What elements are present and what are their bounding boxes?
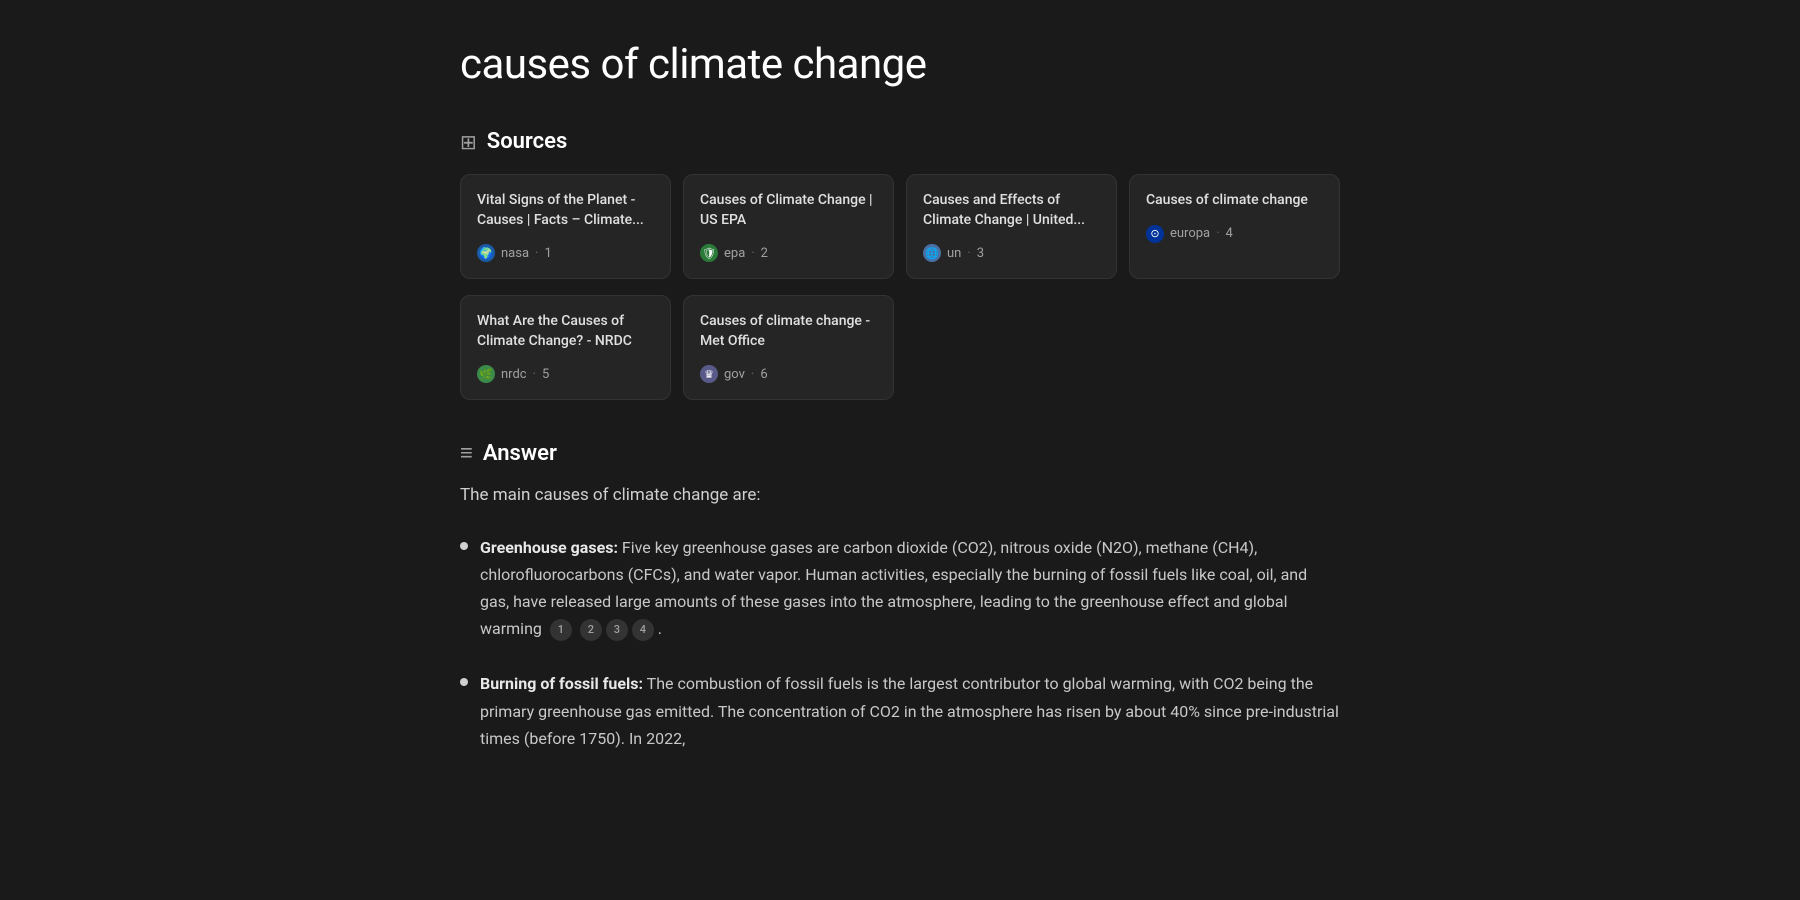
answer-list-item-1: Greenhouse gases: Five key greenhouse ga… xyxy=(460,534,1340,643)
favicon-europa: ⊙ xyxy=(1146,225,1164,243)
sources-section-title: Sources xyxy=(487,129,568,154)
source-card-2[interactable]: Causes of Climate Change | US EPA 🛡 epa … xyxy=(683,174,894,279)
source-name-1: nasa xyxy=(501,246,529,261)
source-card-1[interactable]: Vital Signs of the Planet - Causes | Fac… xyxy=(460,174,671,279)
citation-badges-1b: 2 3 4 xyxy=(580,619,654,641)
answer-term-2: Burning of fossil fuels: xyxy=(480,674,643,693)
bullet-2 xyxy=(460,678,468,686)
source-card-5[interactable]: What Are the Causes of Climate Change? -… xyxy=(460,295,671,400)
citation-4[interactable]: 4 xyxy=(632,619,654,641)
answer-list: Greenhouse gases: Five key greenhouse ga… xyxy=(460,534,1340,752)
source-number-3: 3 xyxy=(977,246,984,261)
source-name-4: europa xyxy=(1170,226,1210,241)
source-meta-5: 🌿 nrdc · 5 xyxy=(477,365,654,383)
answer-section: Answer The main causes of climate change… xyxy=(460,440,1340,752)
citation-1[interactable]: 1 xyxy=(550,619,572,641)
source-number-6: 6 xyxy=(760,367,767,382)
source-meta-6: ♛ gov · 6 xyxy=(700,365,877,383)
empty-slot-2 xyxy=(1129,295,1340,400)
favicon-nrdc: 🌿 xyxy=(477,365,495,383)
source-meta-4: ⊙ europa · 4 xyxy=(1146,225,1323,243)
source-title-2: Causes of Climate Change | US EPA xyxy=(700,191,877,230)
answer-text-1: Greenhouse gases: Five key greenhouse ga… xyxy=(480,534,1340,643)
favicon-gov: ♛ xyxy=(700,365,718,383)
source-name-2: epa xyxy=(724,246,745,261)
source-card-3[interactable]: Causes and Effects of Climate Change | U… xyxy=(906,174,1117,279)
source-number-2: 2 xyxy=(761,246,768,261)
citation-3[interactable]: 3 xyxy=(606,619,628,641)
source-meta-1: 🌍 nasa · 1 xyxy=(477,244,654,262)
favicon-un: 🌐 xyxy=(923,244,941,262)
sources-grid-row2: What Are the Causes of Climate Change? -… xyxy=(460,295,1340,400)
empty-slot-1 xyxy=(906,295,1117,400)
source-meta-2: 🛡 epa · 2 xyxy=(700,244,877,262)
sources-grid-row1: Vital Signs of the Planet - Causes | Fac… xyxy=(460,174,1340,279)
source-title-4: Causes of climate change xyxy=(1146,191,1323,211)
citation-2[interactable]: 2 xyxy=(580,619,602,641)
source-title-6: Causes of climate change - Met Office xyxy=(700,312,877,351)
source-title-5: What Are the Causes of Climate Change? -… xyxy=(477,312,654,351)
source-number-5: 5 xyxy=(542,367,549,382)
source-card-4[interactable]: Causes of climate change ⊙ europa · 4 xyxy=(1129,174,1340,279)
source-title-1: Vital Signs of the Planet - Causes | Fac… xyxy=(477,191,654,230)
bullet-1 xyxy=(460,542,468,550)
favicon-epa: 🛡 xyxy=(700,244,718,262)
answer-text-2: Burning of fossil fuels: The combustion … xyxy=(480,670,1340,752)
page-title: causes of climate change xyxy=(460,40,1340,89)
source-meta-3: 🌐 un · 3 xyxy=(923,244,1100,262)
source-title-3: Causes and Effects of Climate Change | U… xyxy=(923,191,1100,230)
sources-section-header: Sources xyxy=(460,129,1340,154)
answer-list-item-2: Burning of fossil fuels: The combustion … xyxy=(460,670,1340,752)
answer-section-header: Answer xyxy=(460,440,1340,466)
answer-section-title: Answer xyxy=(483,441,557,466)
sources-icon xyxy=(460,130,477,154)
source-name-6: gov xyxy=(724,367,745,382)
source-card-6[interactable]: Causes of climate change - Met Office ♛ … xyxy=(683,295,894,400)
main-container: causes of climate change Sources Vital S… xyxy=(400,0,1400,820)
answer-icon xyxy=(460,440,473,466)
source-name-3: un xyxy=(947,246,961,261)
citation-badges-1: 1 xyxy=(550,619,572,641)
answer-term-1: Greenhouse gases: xyxy=(480,538,618,557)
source-number-4: 4 xyxy=(1226,226,1233,241)
source-name-5: nrdc xyxy=(501,367,527,382)
answer-intro: The main causes of climate change are: xyxy=(460,482,1340,509)
favicon-nasa: 🌍 xyxy=(477,244,495,262)
source-number-1: 1 xyxy=(544,246,551,261)
